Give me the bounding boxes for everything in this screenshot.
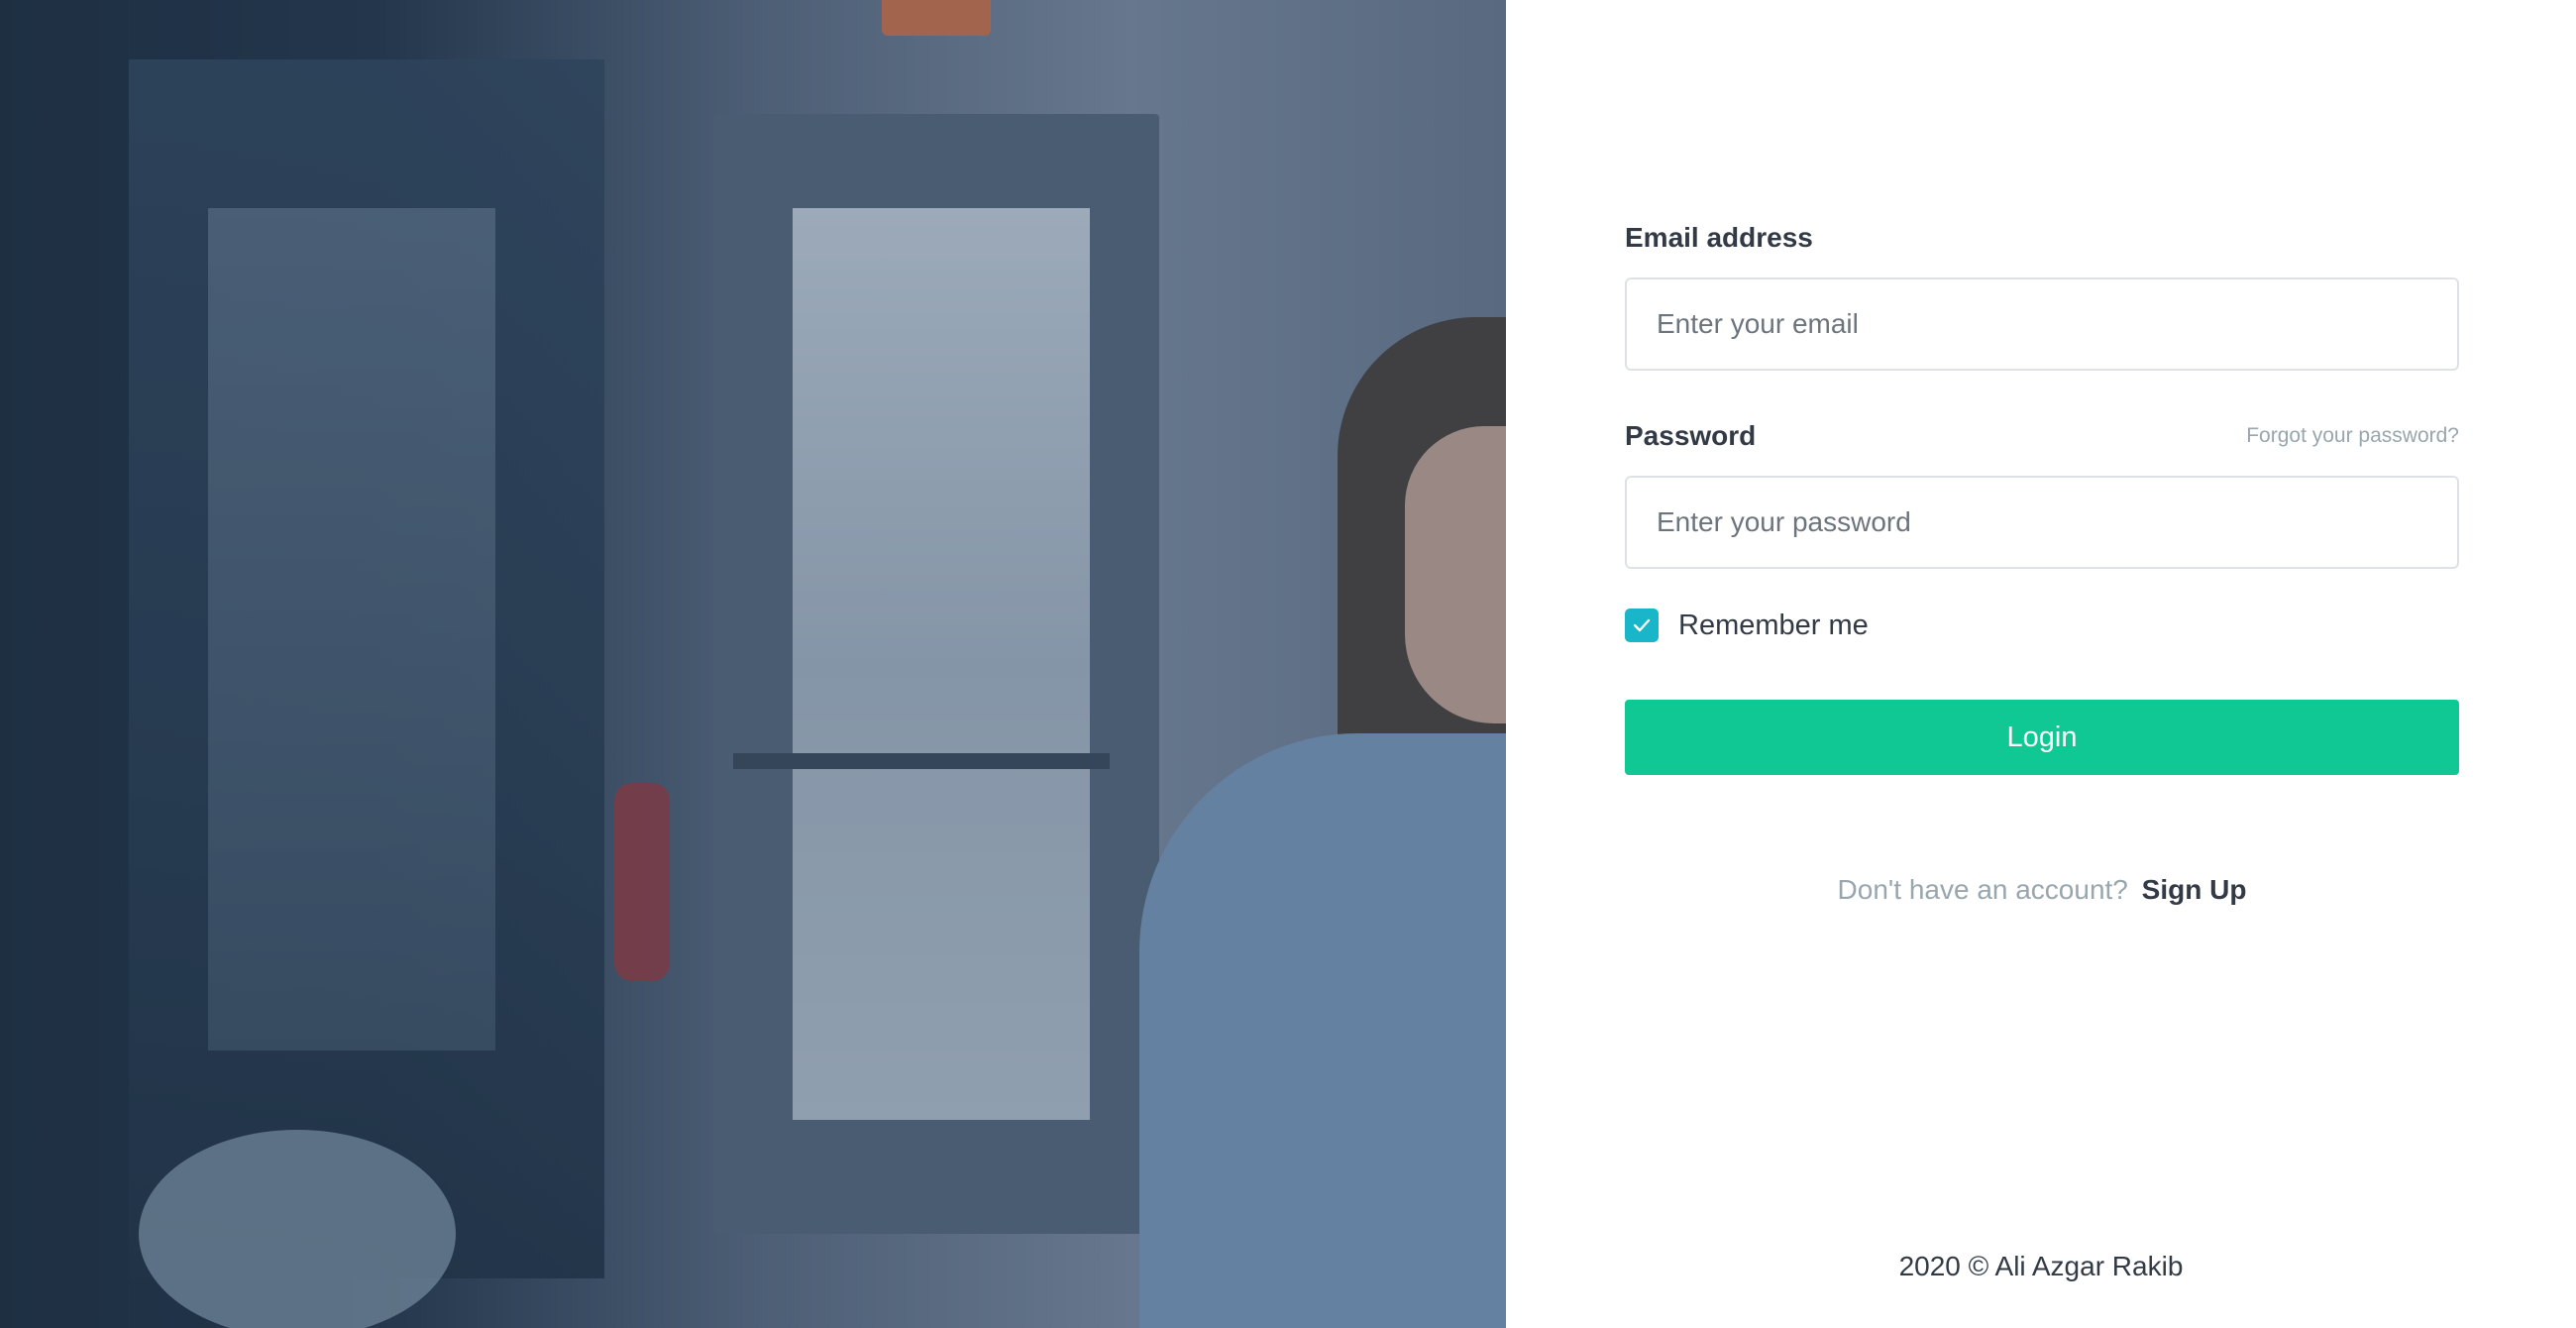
background-photo <box>0 0 1506 1328</box>
email-label: Email address <box>1625 222 1813 253</box>
checkmark-icon <box>1633 618 1651 632</box>
auth-panel: Email address Password Forgot your passw… <box>1506 0 2576 1328</box>
password-label-row: Password Forgot your password? <box>1625 420 2459 452</box>
login-form: Email address Password Forgot your passw… <box>1625 198 2459 906</box>
signup-link[interactable]: Sign Up <box>2142 874 2247 905</box>
footer-copyright: 2020 © Ali Azgar Rakib <box>1898 1251 2184 1281</box>
email-group: Email address <box>1625 222 2459 371</box>
signup-prompt: Don't have an account? Sign Up <box>1625 874 2459 906</box>
remember-me-label: Remember me <box>1678 609 1869 641</box>
remember-me-checkbox[interactable] <box>1625 609 1659 642</box>
password-input[interactable] <box>1625 476 2459 569</box>
remember-me-row: Remember me <box>1625 609 2459 642</box>
signup-prompt-text: Don't have an account? <box>1837 874 2128 905</box>
dark-overlay <box>0 0 1506 1328</box>
email-input[interactable] <box>1625 277 2459 371</box>
password-label: Password <box>1625 420 1757 451</box>
login-button[interactable]: Login <box>1625 700 2459 775</box>
forgot-password-link[interactable]: Forgot your password? <box>2246 424 2459 448</box>
password-group: Password Forgot your password? <box>1625 420 2459 569</box>
